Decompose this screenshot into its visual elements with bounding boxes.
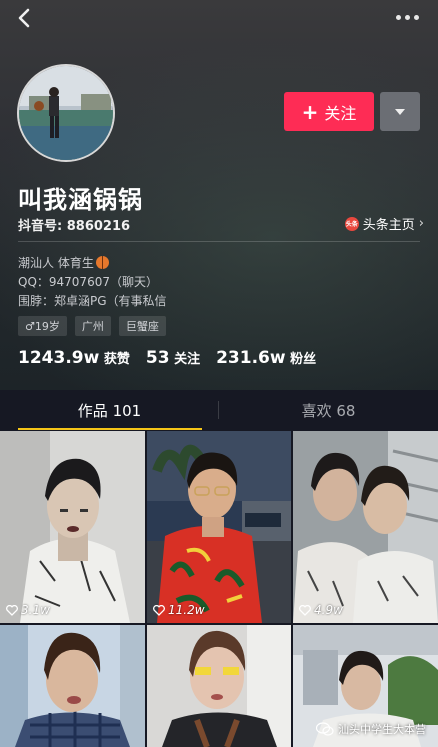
plus-icon: +	[301, 99, 319, 124]
divider	[18, 241, 420, 242]
tab-active-indicator	[18, 428, 202, 430]
toutiao-link[interactable]: 头条 头条主页 ›	[344, 214, 424, 233]
following-label: 关注	[174, 352, 201, 367]
follow-label: 关注	[324, 103, 357, 123]
video-likes: 4.9w	[299, 603, 343, 617]
video-grid: 3.1w 11.2w 4.9w 汕头中学生大本营	[0, 431, 438, 747]
stat-followers[interactable]: 231.6w 粉丝	[216, 348, 316, 368]
bio-line-1: 潮汕人 体育生	[18, 256, 94, 270]
toutiao-label: 头条主页	[362, 218, 415, 233]
follow-button[interactable]: + 关注	[284, 92, 374, 131]
likes-label: 获赞	[103, 352, 130, 367]
chevron-down-icon	[395, 108, 405, 115]
wechat-icon	[316, 722, 334, 736]
video-thumbnail[interactable]	[147, 625, 291, 747]
video-thumbnail[interactable]: 汕头中学生大本营	[293, 625, 438, 747]
video-thumbnail[interactable]: 11.2w	[147, 431, 291, 623]
profile-tags: ♂19岁 广州 巨蟹座	[18, 316, 166, 336]
video-likes-count: 4.9w	[314, 603, 343, 617]
profile-stats: 1243.9w 获赞 53 关注 231.6w 粉丝	[18, 348, 316, 368]
tab-bar: 作品 101 喜欢 68	[0, 390, 438, 430]
chevron-right-icon: ›	[418, 216, 424, 231]
video-likes-count: 11.2w	[168, 603, 205, 617]
followers-count: 231.6w	[216, 348, 286, 368]
watermark-text: 汕头中学生大本营	[338, 723, 426, 736]
heart-icon	[299, 604, 311, 616]
toutiao-icon: 头条	[344, 216, 359, 231]
watermark: 汕头中学生大本营	[316, 721, 426, 737]
following-count: 53	[145, 348, 170, 368]
heart-icon	[6, 604, 18, 616]
tag-location: 广州	[74, 316, 111, 336]
tab-works[interactable]: 作品 101	[0, 390, 219, 430]
tag-age-gender: ♂19岁	[18, 316, 67, 336]
bio-line-3: 围脖：郑卓涵PG（有事私信	[18, 294, 167, 308]
likes-count: 1243.9w	[18, 348, 100, 368]
video-likes: 11.2w	[153, 603, 205, 617]
video-likes-count: 3.1w	[21, 603, 50, 617]
recommend-dropdown-button[interactable]	[380, 92, 420, 131]
back-icon[interactable]	[14, 7, 36, 29]
avatar[interactable]	[17, 64, 115, 162]
tab-likes[interactable]: 喜欢 68	[219, 390, 438, 430]
profile-header: + 关注 叫我涵锅锅 抖音号: 8860216 头条 头条主页 › 潮汕人 体育…	[0, 0, 438, 390]
douyin-id: 抖音号: 8860216	[18, 219, 131, 234]
profile-name: 叫我涵锅锅	[18, 186, 143, 214]
stat-likes: 1243.9w 获赞	[18, 348, 130, 368]
stat-following[interactable]: 53 关注	[146, 348, 200, 368]
bio-line-2: QQ：94707607（聊天）	[18, 275, 158, 289]
more-icon[interactable]	[396, 8, 422, 26]
tag-zodiac: 巨蟹座	[118, 316, 166, 336]
bio: 潮汕人 体育生 QQ：94707607（聊天） 围脖：郑卓涵PG（有事私信	[18, 254, 167, 311]
followers-label: 粉丝	[290, 352, 317, 367]
video-thumbnail[interactable]: 4.9w	[293, 431, 438, 623]
video-likes: 3.1w	[6, 603, 50, 617]
basketball-icon	[95, 256, 109, 269]
heart-icon	[153, 604, 165, 616]
video-thumbnail[interactable]	[0, 625, 145, 747]
video-thumbnail[interactable]: 3.1w	[0, 431, 145, 623]
tab-separator	[218, 401, 219, 419]
